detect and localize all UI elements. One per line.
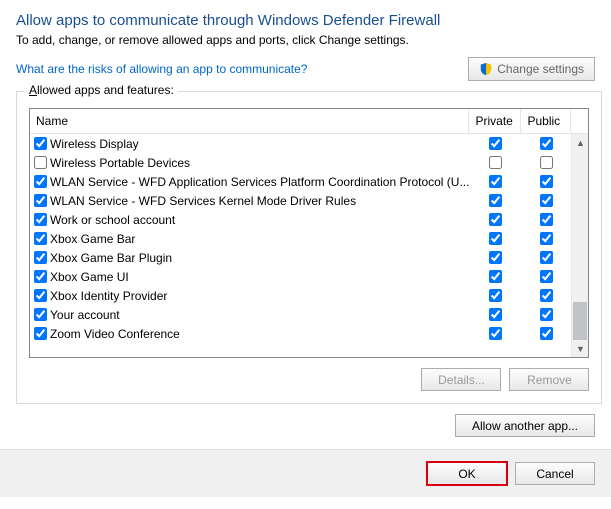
scroll-up-icon[interactable]: ▲	[572, 134, 588, 151]
row-enabled-checkbox[interactable]	[34, 156, 47, 169]
row-private-checkbox[interactable]	[489, 251, 502, 264]
shield-icon	[479, 62, 493, 76]
row-enabled-checkbox[interactable]	[34, 194, 47, 207]
row-public-checkbox[interactable]	[540, 213, 553, 226]
table-row[interactable]: Xbox Identity Provider	[30, 286, 571, 305]
details-button[interactable]: Details...	[421, 368, 501, 391]
row-private-checkbox[interactable]	[489, 175, 502, 188]
row-name-label: WLAN Service - WFD Application Services …	[50, 175, 469, 189]
row-private-checkbox[interactable]	[489, 213, 502, 226]
table-row[interactable]: Wireless Display	[30, 134, 571, 153]
row-enabled-checkbox[interactable]	[34, 308, 47, 321]
column-header-name[interactable]: Name	[30, 109, 469, 133]
row-private-checkbox[interactable]	[489, 232, 502, 245]
row-private-checkbox[interactable]	[489, 308, 502, 321]
table-row[interactable]: Zoom Video Conference	[30, 324, 571, 343]
list-header: Name Private Public	[30, 109, 588, 134]
change-settings-label: Change settings	[497, 62, 584, 76]
row-name-label: Wireless Display	[50, 137, 139, 151]
page-subtext: To add, change, or remove allowed apps a…	[16, 33, 595, 47]
column-header-private[interactable]: Private	[469, 109, 521, 133]
row-private-checkbox[interactable]	[489, 137, 502, 150]
page-title: Allow apps to communicate through Window…	[16, 12, 595, 29]
table-row[interactable]: Xbox Game Bar Plugin	[30, 248, 571, 267]
row-name-label: Your account	[50, 308, 120, 322]
row-name-label: Xbox Identity Provider	[50, 289, 167, 303]
row-enabled-checkbox[interactable]	[34, 327, 47, 340]
scroll-thumb[interactable]	[573, 302, 587, 340]
table-row[interactable]: Xbox Game Bar	[30, 229, 571, 248]
list-rows: Wireless Display Wireless Portable Device…	[30, 134, 571, 357]
row-enabled-checkbox[interactable]	[34, 213, 47, 226]
dialog-footer: OK Cancel	[0, 449, 611, 497]
table-row[interactable]: Wireless Portable Devices	[30, 153, 571, 172]
column-header-public[interactable]: Public	[521, 109, 571, 133]
row-enabled-checkbox[interactable]	[34, 137, 47, 150]
row-name-label: Work or school account	[50, 213, 175, 227]
row-private-checkbox[interactable]	[489, 289, 502, 302]
row-enabled-checkbox[interactable]	[34, 270, 47, 283]
scroll-down-icon[interactable]: ▼	[572, 340, 588, 357]
row-public-checkbox[interactable]	[540, 251, 553, 264]
row-enabled-checkbox[interactable]	[34, 232, 47, 245]
row-public-checkbox[interactable]	[540, 156, 553, 169]
allow-another-app-button[interactable]: Allow another app...	[455, 414, 595, 437]
row-name-label: WLAN Service - WFD Services Kernel Mode …	[50, 194, 356, 208]
row-public-checkbox[interactable]	[540, 308, 553, 321]
row-enabled-checkbox[interactable]	[34, 251, 47, 264]
allowed-apps-group: Allowed apps and features: Name Private …	[16, 91, 602, 404]
scrollbar[interactable]: ▲ ▼	[571, 134, 588, 357]
row-public-checkbox[interactable]	[540, 232, 553, 245]
row-name-label: Xbox Game Bar Plugin	[50, 251, 172, 265]
row-name-label: Wireless Portable Devices	[50, 156, 190, 170]
row-private-checkbox[interactable]	[489, 156, 502, 169]
column-header-scroll	[571, 109, 588, 133]
apps-list: Name Private Public Wireless DisplayWire…	[29, 108, 589, 358]
ok-button[interactable]: OK	[427, 462, 507, 485]
row-private-checkbox[interactable]	[489, 270, 502, 283]
cancel-button[interactable]: Cancel	[515, 462, 595, 485]
row-enabled-checkbox[interactable]	[34, 175, 47, 188]
row-private-checkbox[interactable]	[489, 194, 502, 207]
table-row[interactable]: Your account	[30, 305, 571, 324]
table-row[interactable]: Xbox Game UI	[30, 267, 571, 286]
row-public-checkbox[interactable]	[540, 327, 553, 340]
row-public-checkbox[interactable]	[540, 175, 553, 188]
row-public-checkbox[interactable]	[540, 289, 553, 302]
row-name-label: Zoom Video Conference	[50, 327, 180, 341]
table-row[interactable]: WLAN Service - WFD Application Services …	[30, 172, 571, 191]
row-private-checkbox[interactable]	[489, 327, 502, 340]
row-public-checkbox[interactable]	[540, 137, 553, 150]
row-name-label: Xbox Game UI	[50, 270, 129, 284]
group-label: Allowed apps and features:	[25, 83, 178, 97]
remove-button[interactable]: Remove	[509, 368, 589, 391]
risks-link[interactable]: What are the risks of allowing an app to…	[16, 62, 307, 76]
scroll-track[interactable]	[572, 151, 588, 340]
row-enabled-checkbox[interactable]	[34, 289, 47, 302]
table-row[interactable]: WLAN Service - WFD Services Kernel Mode …	[30, 191, 571, 210]
row-public-checkbox[interactable]	[540, 270, 553, 283]
row-public-checkbox[interactable]	[540, 194, 553, 207]
change-settings-button[interactable]: Change settings	[468, 57, 595, 81]
row-name-label: Xbox Game Bar	[50, 232, 135, 246]
table-row[interactable]: Work or school account	[30, 210, 571, 229]
